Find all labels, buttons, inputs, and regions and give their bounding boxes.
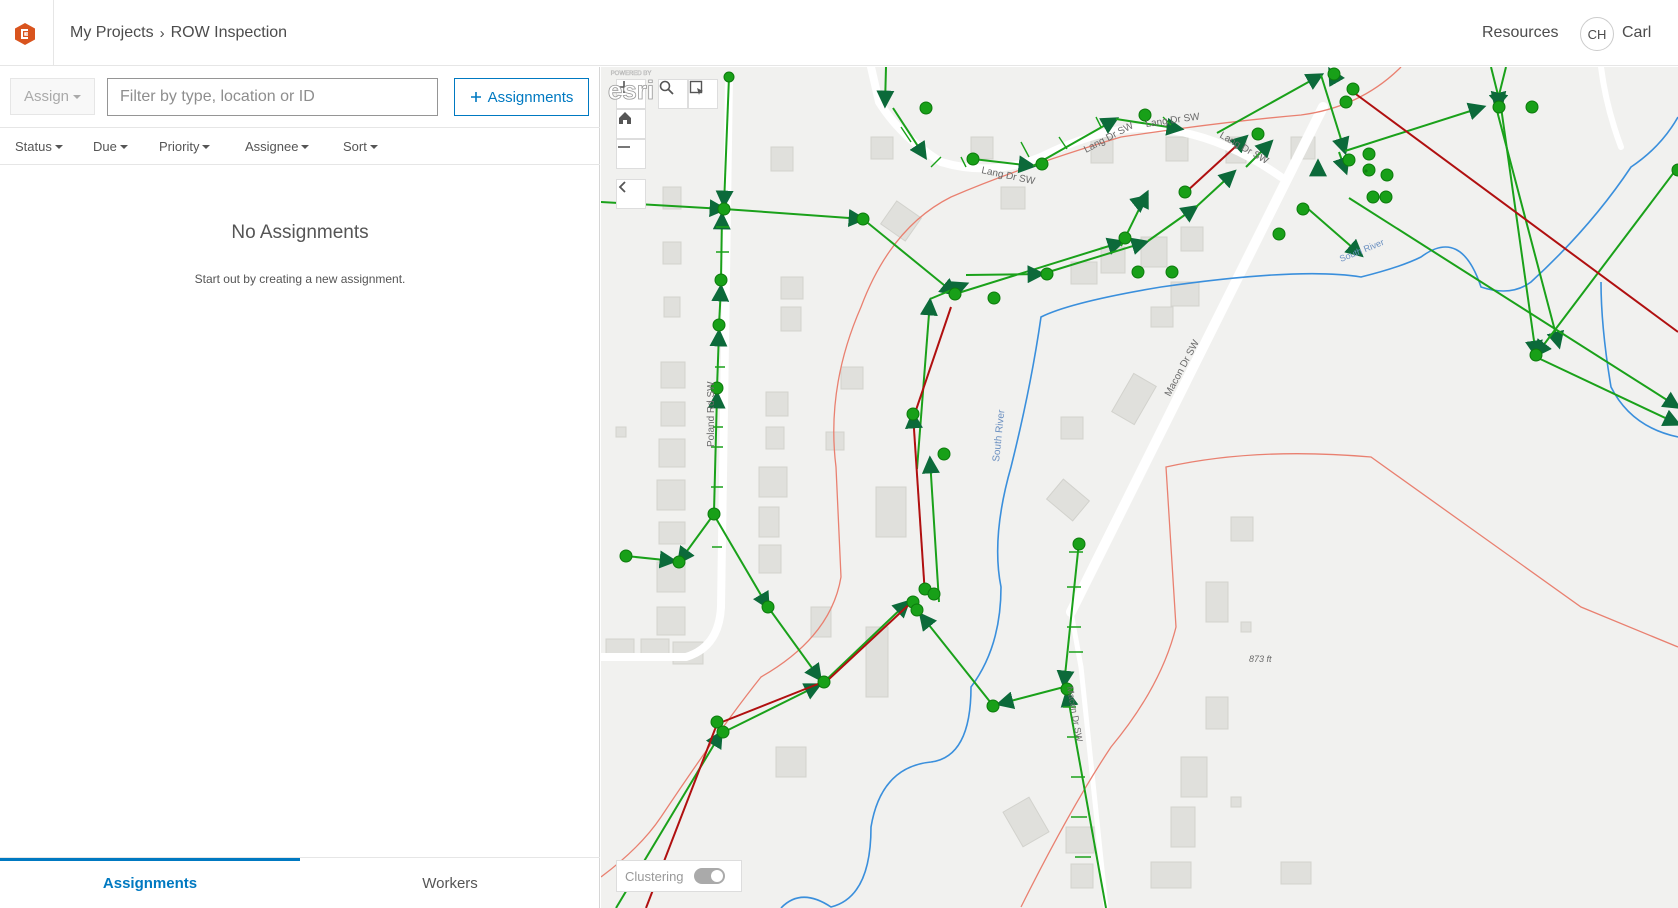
label-poland-rd: Poland Rd SW <box>706 381 717 447</box>
select-icon <box>689 80 703 95</box>
select-button[interactable] <box>688 79 718 109</box>
map-canvas[interactable]: Lang Dr SW Lang Dr SW Lang Dr SW Lang Dr… <box>601 67 1678 908</box>
tab-workers[interactable]: Workers <box>300 858 600 908</box>
chevron-down-icon <box>202 144 211 149</box>
sort-label: Sort <box>343 139 367 154</box>
breadcrumb-separator: › <box>159 24 165 42</box>
chevron-down-icon <box>119 144 128 149</box>
priority-filter[interactable]: Priority <box>159 139 211 154</box>
clustering-label: Clustering <box>625 868 684 884</box>
svg-text:esri: esri <box>608 75 654 105</box>
chevron-left-icon <box>618 181 626 193</box>
tab-assignments[interactable]: Assignments <box>0 858 300 908</box>
assignments-toolbar: Assign Assignments <box>0 67 600 127</box>
user-avatar[interactable]: CH <box>1580 17 1614 51</box>
header-divider <box>53 0 54 66</box>
breadcrumb-current-project: ROW Inspection <box>170 24 288 41</box>
status-filter[interactable]: Status <box>15 139 63 154</box>
assign-label: Assign <box>23 88 70 105</box>
app-logo-icon[interactable] <box>13 22 37 46</box>
roads <box>601 67 1624 908</box>
panel-tabs: Assignments Workers <box>0 857 600 908</box>
toggle-knob <box>710 870 723 882</box>
due-filter[interactable]: Due <box>93 139 128 154</box>
chevron-down-icon <box>73 94 82 99</box>
zoom-out-icon <box>618 146 630 148</box>
resources-link[interactable]: Resources <box>1482 24 1558 42</box>
assignments-panel: Assign Assignments Status Due Priority A… <box>0 67 600 908</box>
empty-state-subtitle: Start out by creating a new assignment. <box>194 272 406 286</box>
clustering-switch[interactable] <box>693 868 725 884</box>
add-assignments-label: Assignments <box>487 88 574 106</box>
zoom-out-button[interactable] <box>616 139 646 169</box>
assignee-filter-label: Assignee <box>245 139 299 154</box>
map-labels: Lang Dr SW Lang Dr SW Lang Dr SW Lang Dr… <box>706 111 1385 743</box>
assignee-filter[interactable]: Assignee <box>245 139 310 154</box>
filter-input[interactable] <box>107 78 438 116</box>
chevron-down-icon <box>301 144 310 149</box>
priority-filter-label: Priority <box>159 139 200 154</box>
user-name[interactable]: Carl <box>1622 24 1651 42</box>
breadcrumb-my-projects[interactable]: My Projects <box>70 24 154 42</box>
esri-logo: POWERED BY esri <box>607 71 654 105</box>
sort-dropdown[interactable]: Sort <box>343 139 378 154</box>
add-assignments-button[interactable]: Assignments <box>454 78 589 116</box>
due-filter-label: Due <box>93 139 117 154</box>
map-view[interactable]: Lang Dr SW Lang Dr SW Lang Dr SW Lang Dr… <box>601 67 1678 908</box>
empty-state-title: No Assignments <box>231 222 369 243</box>
sort-filter-bar: Status Due Priority Assignee Sort <box>0 127 600 165</box>
collapse-panel-button[interactable] <box>616 179 646 209</box>
app-header: My Projects › ROW Inspection Resources C… <box>0 0 1678 66</box>
status-filter-label: Status <box>15 139 52 154</box>
label-south-river-1: South River <box>991 409 1007 463</box>
clustering-toggle[interactable]: Clustering <box>616 860 742 892</box>
assign-dropdown-button[interactable]: Assign <box>10 78 95 115</box>
chevron-down-icon <box>54 144 63 149</box>
south-river <box>780 116 1678 908</box>
home-button[interactable] <box>616 109 646 139</box>
breadcrumb: My Projects › ROW Inspection <box>70 24 287 42</box>
plus-icon <box>470 92 481 102</box>
home-icon <box>619 112 631 124</box>
label-elevation: 873 ft <box>1249 654 1272 664</box>
chevron-down-icon <box>369 144 378 149</box>
